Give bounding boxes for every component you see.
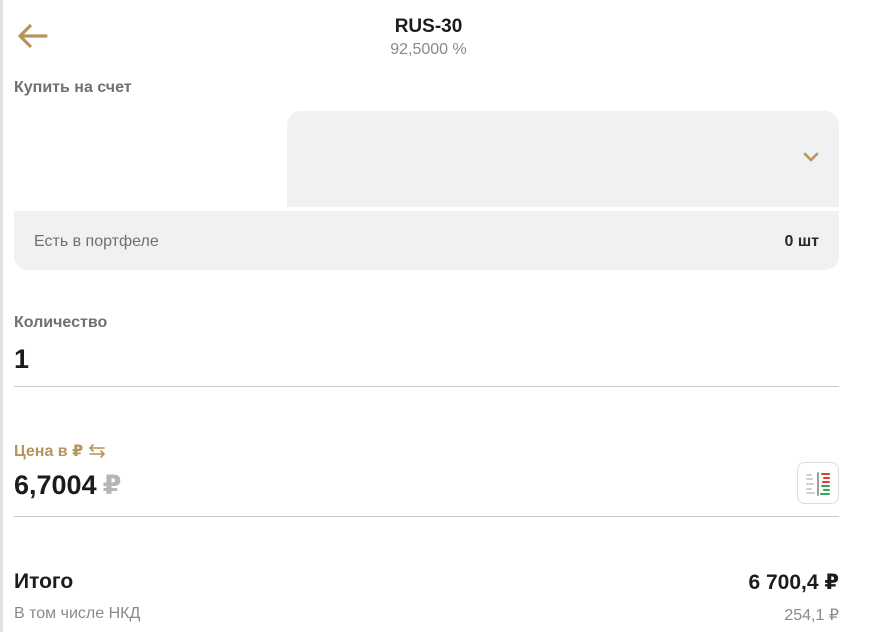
portfolio-label: Есть в портфеле	[34, 233, 159, 250]
order-form: RUS-30 92,5000 % Купить на счет Есть в п…	[0, 0, 871, 632]
instrument-title: RUS-30	[394, 16, 463, 37]
portfolio-value: 0 шт	[784, 233, 819, 250]
order-book-button[interactable]	[797, 462, 839, 504]
total-label: Итого	[14, 570, 74, 593]
accrued-interest-value: 254,1 ₽	[784, 607, 839, 624]
chevron-down-icon	[803, 152, 819, 162]
account-select[interactable]	[287, 111, 839, 207]
instrument-price-percent: 92,5000 %	[390, 41, 467, 58]
quantity-label: Количество	[14, 314, 108, 331]
accrued-interest-label: В том числе НКД	[14, 605, 141, 622]
price-value: 6,7004	[14, 470, 97, 500]
account-label: Купить на счет	[14, 79, 132, 96]
price-value-wrap: 6,7004 ₽	[14, 470, 121, 501]
price-label: Цена в ₽	[14, 443, 84, 460]
price-input[interactable]: 6,7004 ₽	[14, 462, 839, 517]
quantity-input[interactable]: 1	[14, 340, 839, 387]
price-currency-toggle[interactable]: Цена в ₽	[14, 441, 107, 461]
swap-arrows-icon	[89, 444, 106, 458]
order-book-icon	[806, 472, 830, 496]
price-currency: ₽	[102, 470, 122, 500]
portfolio-holdings: Есть в портфеле 0 шт	[14, 211, 839, 270]
total-value: 6 700,4 ₽	[748, 571, 839, 594]
